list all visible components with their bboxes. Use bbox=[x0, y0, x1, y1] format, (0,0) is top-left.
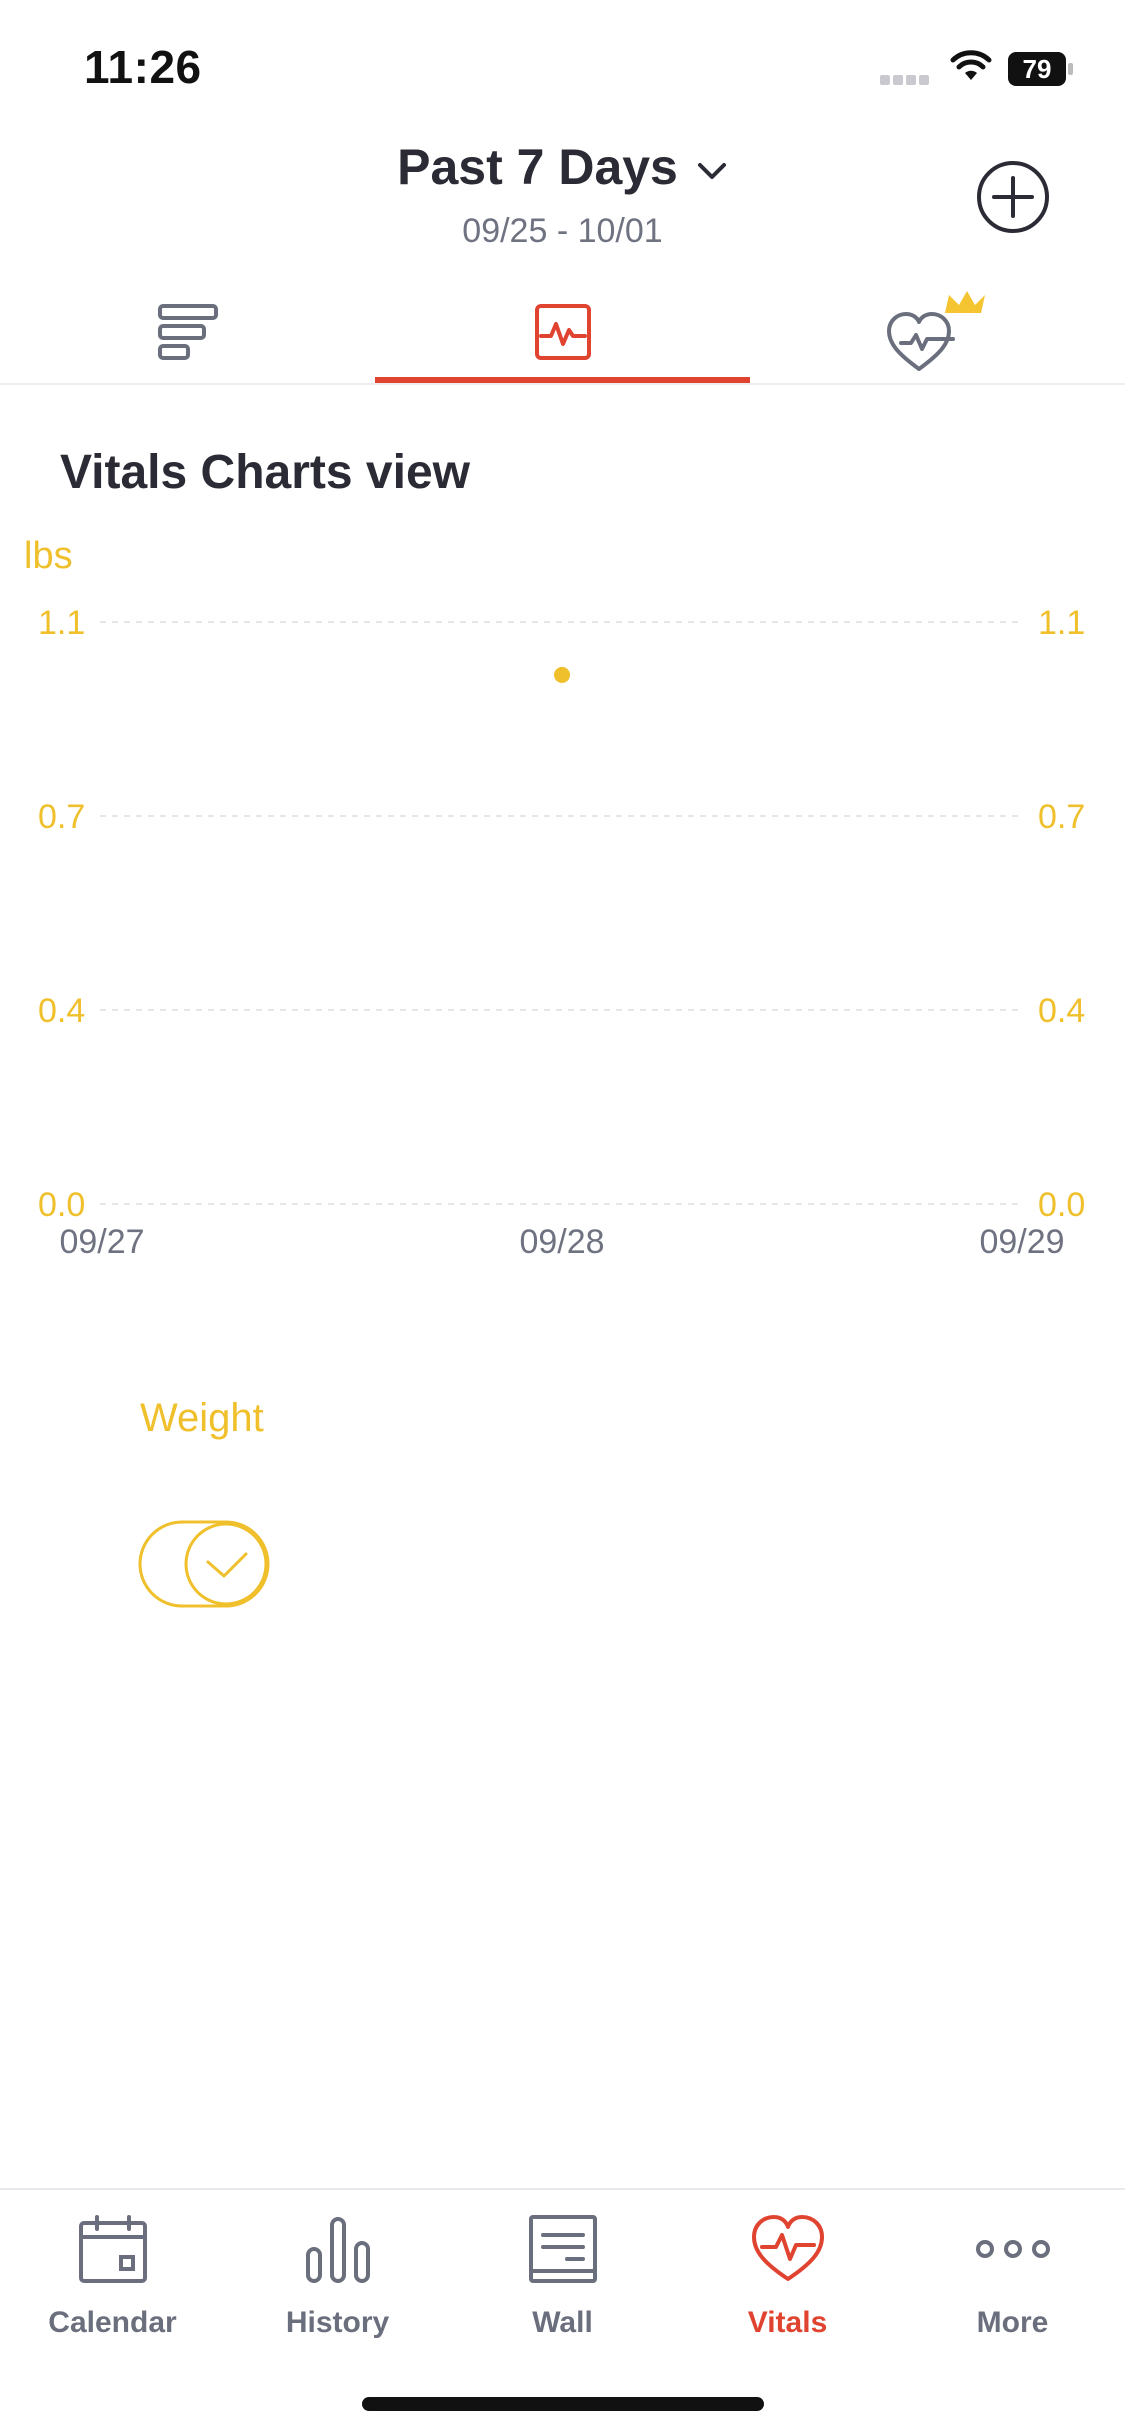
heart-pulse-icon bbox=[748, 2210, 828, 2288]
battery-icon: 79 bbox=[1008, 52, 1074, 86]
y-tick-label-right: 0.7 bbox=[1038, 798, 1085, 836]
x-tick-label: 09/28 bbox=[519, 1223, 604, 1261]
nav-calendar[interactable]: Calendar bbox=[0, 2210, 225, 2340]
plus-circle-icon bbox=[977, 161, 1049, 233]
calendar-icon bbox=[73, 2210, 153, 2288]
nav-label-wall: Wall bbox=[532, 2306, 593, 2339]
tab-divider bbox=[0, 383, 1125, 385]
chevron-down-icon bbox=[696, 137, 728, 195]
signal-icon bbox=[880, 72, 936, 85]
nav-wall[interactable]: Wall bbox=[450, 2210, 675, 2340]
list-bars-icon bbox=[157, 304, 218, 360]
y-tick-label-right: 0.4 bbox=[1038, 992, 1085, 1030]
nav-label-history: History bbox=[285, 2306, 390, 2339]
wall-icon bbox=[523, 2210, 603, 2288]
nav-label-calendar: Calendar bbox=[48, 2306, 177, 2339]
x-tick-label: 09/29 bbox=[979, 1223, 1064, 1261]
more-dots-icon bbox=[973, 2210, 1053, 2288]
y-tick-label-left: 0.4 bbox=[38, 992, 85, 1030]
unit-label: lbs bbox=[24, 540, 73, 577]
y-tick-label-left: 0.7 bbox=[38, 798, 85, 836]
section-title: Vitals Charts view bbox=[60, 446, 470, 499]
add-button[interactable] bbox=[976, 160, 1050, 234]
home-indicator bbox=[362, 2397, 764, 2411]
data-point bbox=[554, 666, 570, 683]
y-tick-label-right: 0.0 bbox=[1038, 1186, 1085, 1224]
heart-crown-icon bbox=[886, 291, 985, 371]
y-tick-label-right: 1.1 bbox=[1038, 604, 1085, 642]
nav-history[interactable]: History bbox=[225, 2210, 450, 2340]
x-tick-label: 09/27 bbox=[59, 1223, 144, 1261]
legend-label-weight: Weight bbox=[140, 1396, 264, 1440]
chart-icon bbox=[534, 304, 591, 360]
tab-vitals-premium[interactable] bbox=[750, 282, 1125, 382]
bar-chart-icon bbox=[298, 2210, 378, 2288]
nav-vitals[interactable]: Vitals bbox=[675, 2210, 900, 2340]
y-tick-label-left: 0.0 bbox=[38, 1186, 85, 1224]
nav-more[interactable]: More bbox=[900, 2210, 1125, 2340]
nav-label-more: More bbox=[976, 2306, 1049, 2339]
tab-chart[interactable] bbox=[375, 282, 750, 382]
nav-divider bbox=[0, 2188, 1125, 2190]
status-time: 11:26 bbox=[84, 41, 202, 93]
y-tick-label-left: 1.1 bbox=[38, 604, 85, 642]
nav-label-vitals: Vitals bbox=[747, 2306, 828, 2339]
period-title: Past 7 Days bbox=[397, 139, 678, 195]
date-range: 09/25 - 10/01 bbox=[462, 212, 663, 250]
tab-list[interactable] bbox=[0, 282, 375, 382]
wifi-icon bbox=[950, 50, 992, 84]
checkmark-toggle-icon bbox=[138, 1520, 270, 1608]
period-selector[interactable]: Past 7 Days bbox=[0, 138, 1125, 196]
vitals-chart: lbs 1.1 1.10.7 0.70.4 0.40.0 0.009/27 09/28 09… bbox=[24, 540, 1085, 1261]
battery-level: 79 bbox=[1008, 52, 1066, 86]
weight-toggle[interactable] bbox=[138, 1518, 270, 1610]
